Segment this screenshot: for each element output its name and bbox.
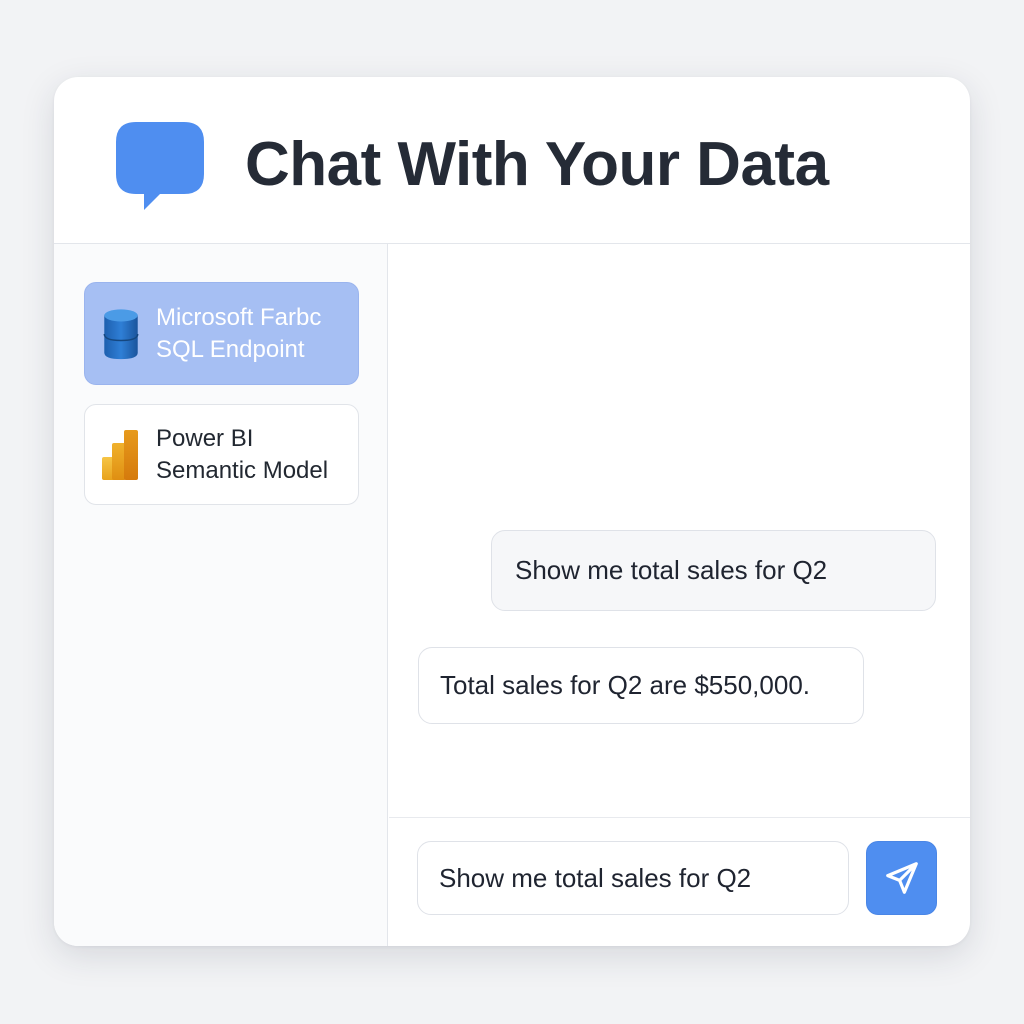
chat-messages-area: Show me total sales for Q2 Total sales f… (389, 244, 970, 817)
source-item-microsoft-fabric[interactable]: Microsoft Farbc SQL Endpoint (84, 282, 359, 385)
power-bi-icon (102, 429, 138, 480)
user-message: Show me total sales for Q2 (491, 530, 936, 611)
send-icon (885, 862, 918, 894)
message-input[interactable] (417, 841, 849, 915)
send-button[interactable] (866, 841, 937, 915)
source-label-line1: Microsoft Farbc (156, 303, 322, 331)
source-item-power-bi[interactable]: Power BI Semantic Model (84, 404, 359, 505)
chat-app-window: Chat With Your Data Microsoft Farbc SQL … (54, 77, 970, 946)
assistant-message: Total sales for Q2 are $550,000. (418, 647, 864, 724)
page-title: Chat With Your Data (245, 130, 829, 199)
data-source-sidebar: Microsoft Farbc SQL Endpoint Power BI Se… (54, 244, 388, 946)
database-icon (103, 308, 139, 359)
app-header: Chat With Your Data (54, 77, 970, 244)
source-label-line1: Power BI (156, 424, 254, 452)
chat-bubble-icon (116, 122, 204, 210)
message-composer (389, 817, 970, 946)
source-label-line2: SQL Endpoint (156, 335, 305, 363)
source-label-line2: Semantic Model (156, 456, 329, 484)
